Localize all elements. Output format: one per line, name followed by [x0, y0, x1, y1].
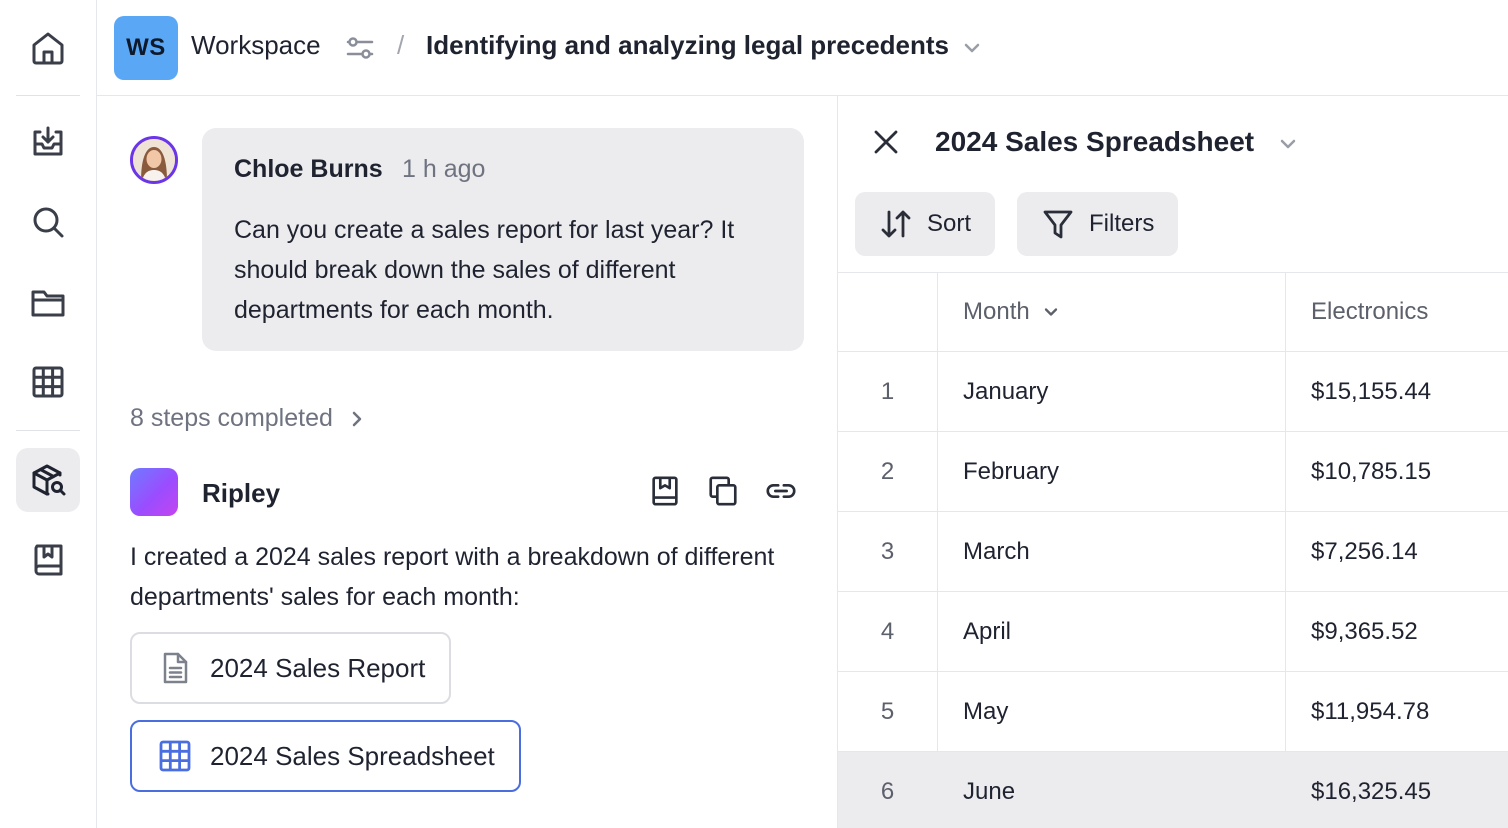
row-index: 2 — [838, 432, 938, 511]
folders-button[interactable] — [16, 270, 80, 334]
home-button[interactable] — [16, 16, 80, 80]
attachment-sales-spreadsheet[interactable]: 2024 Sales Spreadsheet — [130, 720, 521, 792]
book-icon — [34, 544, 63, 576]
cell-electronics[interactable]: $11,954.78 — [1286, 672, 1508, 751]
message-timestamp: 1 h ago — [402, 155, 486, 183]
header-month-label: Month — [963, 298, 1030, 325]
chevron-down-icon — [1044, 308, 1057, 316]
steps-label: 8 steps completed — [130, 404, 333, 432]
filter-icon — [1043, 210, 1073, 239]
copy-icon — [709, 476, 737, 506]
cell-month[interactable]: June — [938, 752, 1286, 828]
header-month[interactable]: Month — [938, 273, 1286, 351]
package-search-icon — [32, 464, 66, 496]
message-text: Can you create a sales report for last y… — [234, 216, 735, 324]
attachment-label: 2024 Sales Report — [210, 652, 426, 683]
cell-electronics[interactable]: $10,785.15 — [1286, 432, 1508, 511]
table-row[interactable]: 3 March $7,256.14 — [838, 512, 1508, 592]
rail-divider — [16, 430, 80, 431]
breadcrumb-separator: / — [397, 30, 405, 60]
tables-button[interactable] — [16, 350, 80, 414]
message-actions — [646, 472, 800, 510]
rail-divider — [16, 95, 80, 96]
workspace-badge[interactable]: WS — [114, 16, 178, 80]
header-index — [838, 273, 938, 351]
cell-electronics[interactable]: $16,325.45 — [1286, 752, 1508, 828]
inbox-button[interactable] — [16, 110, 80, 174]
user-photo-icon — [133, 139, 175, 181]
assistant-name: Ripley — [202, 478, 281, 508]
header-electronics[interactable]: Electronics — [1286, 273, 1508, 351]
top-bar: WS Workspace / Identifying and analyzing… — [97, 0, 1508, 96]
row-index: 4 — [838, 592, 938, 671]
research-button[interactable] — [16, 448, 80, 512]
home-icon — [32, 32, 64, 65]
table-row[interactable]: 2 February $10,785.15 — [838, 432, 1508, 512]
bookmark-book-icon — [652, 476, 678, 506]
table-row[interactable]: 5 May $11,954.78 — [838, 672, 1508, 752]
workspace-name[interactable]: Workspace — [191, 30, 321, 61]
chevron-down-icon[interactable] — [962, 38, 982, 58]
row-index: 5 — [838, 672, 938, 751]
settings-sliders-icon[interactable] — [344, 32, 376, 64]
sort-arrows-icon — [881, 210, 911, 238]
cell-month[interactable]: May — [938, 672, 1286, 751]
avatar — [130, 136, 178, 184]
row-index: 1 — [838, 352, 938, 431]
cell-electronics[interactable]: $7,256.14 — [1286, 512, 1508, 591]
sort-button[interactable]: Sort — [855, 192, 996, 256]
attachment-sales-report[interactable]: 2024 Sales Report — [130, 632, 452, 704]
cell-electronics[interactable]: $15,155.44 — [1286, 352, 1508, 431]
message-author: Chloe Burns — [234, 155, 383, 183]
close-icon[interactable] — [870, 126, 902, 158]
assistant-logo — [130, 468, 178, 516]
spreadsheet-grid: Month Electronics 1 January $15,155.44 2… — [838, 272, 1508, 828]
row-index: 3 — [838, 512, 938, 591]
assistant-message-text: I created a 2024 sales report with a bre… — [130, 543, 775, 611]
table-header-row: Month Electronics — [838, 273, 1508, 352]
table-row[interactable]: 1 January $15,155.44 — [838, 352, 1508, 432]
chevron-down-icon[interactable] — [1278, 134, 1298, 154]
left-rail — [0, 0, 97, 828]
table-row[interactable]: 4 April $9,365.52 — [838, 592, 1508, 672]
cell-month[interactable]: April — [938, 592, 1286, 671]
inbox-download-icon — [33, 126, 63, 156]
search-button[interactable] — [16, 190, 80, 254]
filters-button[interactable]: Filters — [1017, 192, 1179, 256]
cell-electronics[interactable]: $9,365.52 — [1286, 592, 1508, 671]
attachment-label: 2024 Sales Spreadsheet — [210, 740, 495, 771]
chevron-right-icon — [352, 411, 362, 426]
table-icon — [159, 740, 191, 772]
spreadsheet-panel: 2024 Sales Spreadsheet Sort Filters Mont… — [837, 96, 1508, 828]
chat-panel: Chloe Burns 1 h ago Can you create a sal… — [97, 96, 837, 828]
sort-label: Sort — [927, 210, 972, 237]
library-button[interactable] — [16, 528, 80, 592]
document-icon — [163, 652, 188, 684]
search-icon — [33, 207, 64, 238]
copy-button[interactable] — [704, 472, 742, 510]
row-index: 6 — [838, 752, 938, 828]
bookmark-button[interactable] — [646, 472, 684, 510]
steps-toggle[interactable]: 8 steps completed — [130, 404, 367, 433]
link-button[interactable] — [762, 472, 800, 510]
folder-icon — [31, 290, 65, 317]
table-row[interactable]: 6 June $16,325.45 — [838, 752, 1508, 828]
user-message-bubble: Chloe Burns 1 h ago Can you create a sal… — [202, 128, 804, 351]
page-title[interactable]: Identifying and analyzing legal preceden… — [426, 30, 949, 61]
filters-label: Filters — [1089, 210, 1155, 237]
cell-month[interactable]: February — [938, 432, 1286, 511]
cell-month[interactable]: January — [938, 352, 1286, 431]
spreadsheet-title[interactable]: 2024 Sales Spreadsheet — [935, 126, 1254, 158]
cell-month[interactable]: March — [938, 512, 1286, 591]
link-icon — [766, 484, 796, 498]
grid-icon — [32, 366, 64, 398]
